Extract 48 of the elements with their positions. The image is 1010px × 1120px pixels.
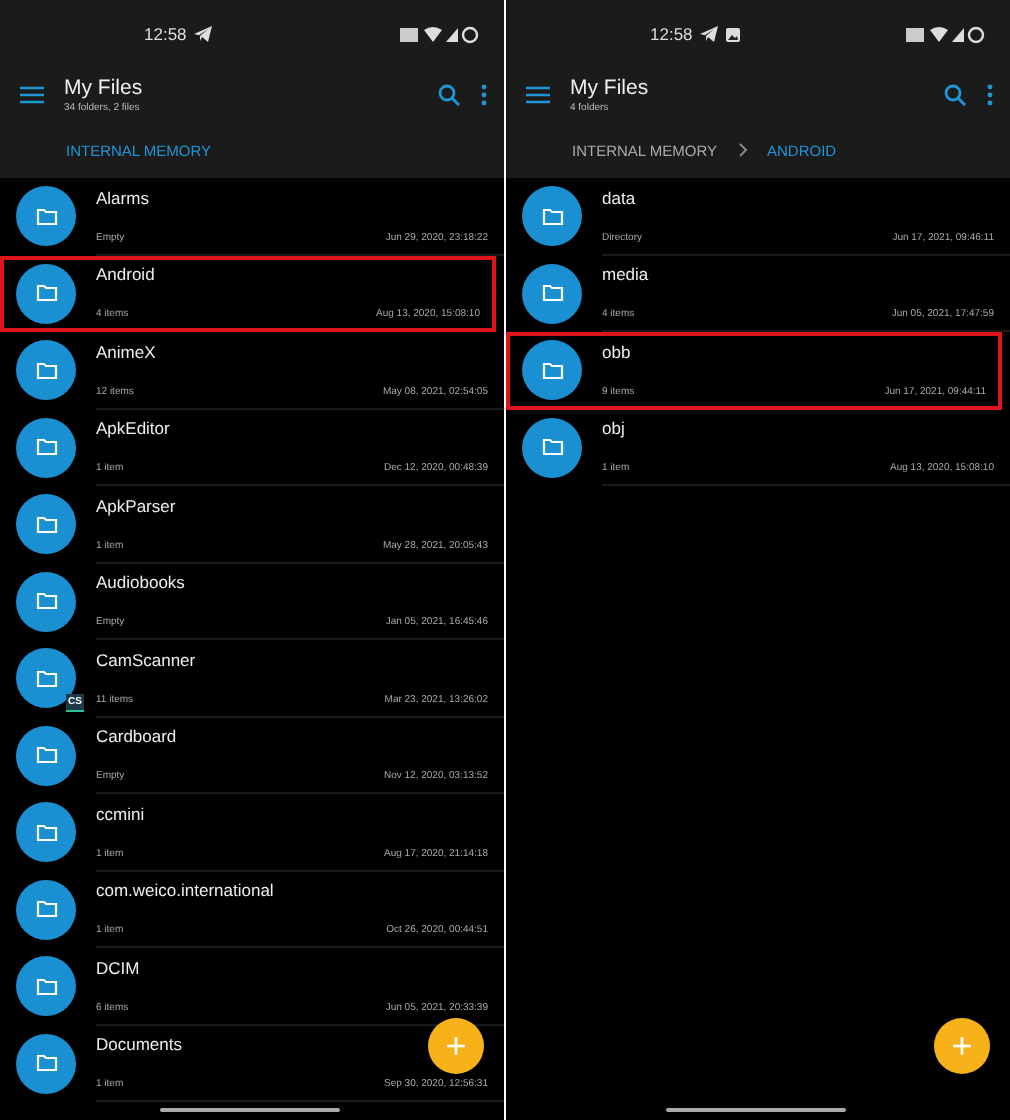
folder-name: Android [96, 264, 155, 285]
folder-icon [35, 900, 57, 919]
folder-name: media [602, 264, 649, 285]
folder-name: obb [602, 341, 631, 362]
folder-icon [35, 1054, 57, 1073]
status-time: 12:58 [650, 24, 693, 44]
folder-icon [541, 207, 563, 226]
more-options-icon[interactable] [480, 84, 488, 106]
folder-name: Cardboard [96, 726, 177, 747]
folder-name: obj [602, 418, 625, 439]
folder-icon [35, 284, 57, 303]
image-icon [726, 27, 741, 41]
status-icons [906, 25, 986, 43]
folder-name: DCIM [96, 957, 140, 978]
folder-icon [35, 746, 57, 765]
folder-icon [35, 207, 57, 226]
screen-title: My Files [570, 76, 651, 100]
folder-icon [35, 515, 57, 534]
folder-icon [35, 438, 57, 457]
more-options-icon[interactable] [986, 84, 994, 106]
menu-icon[interactable] [526, 86, 550, 104]
screen-title: My Files [64, 76, 145, 100]
folder-name: ccmini [96, 803, 145, 824]
folder-icon [541, 284, 563, 303]
folder-name: CamScanner [96, 649, 196, 670]
folder-name: Alarms [96, 187, 149, 208]
search-icon[interactable] [438, 84, 460, 106]
chevron-icon [737, 142, 748, 158]
status-time: 12:58 [144, 24, 187, 44]
status-icons [400, 25, 480, 43]
paper-plane-icon [194, 26, 213, 42]
folder-name: com.weico.international [96, 880, 274, 901]
folder-name: Audiobooks [96, 572, 185, 593]
folder-icon [35, 823, 57, 842]
folder-name: ApkParser [96, 495, 176, 516]
folder-icon [35, 592, 57, 611]
folder-icon [35, 361, 57, 380]
folder-name: AnimeX [96, 341, 156, 362]
folder-name: ApkEditor [96, 418, 170, 439]
menu-icon[interactable] [20, 86, 44, 104]
folder-icon [35, 669, 57, 688]
paper-plane-icon [700, 26, 719, 42]
search-icon[interactable] [944, 84, 966, 106]
folder-name: data [602, 187, 636, 208]
folder-icon [541, 361, 563, 380]
folder-icon [541, 438, 563, 457]
folder-name: Documents [96, 1034, 182, 1055]
folder-icon [35, 977, 57, 996]
